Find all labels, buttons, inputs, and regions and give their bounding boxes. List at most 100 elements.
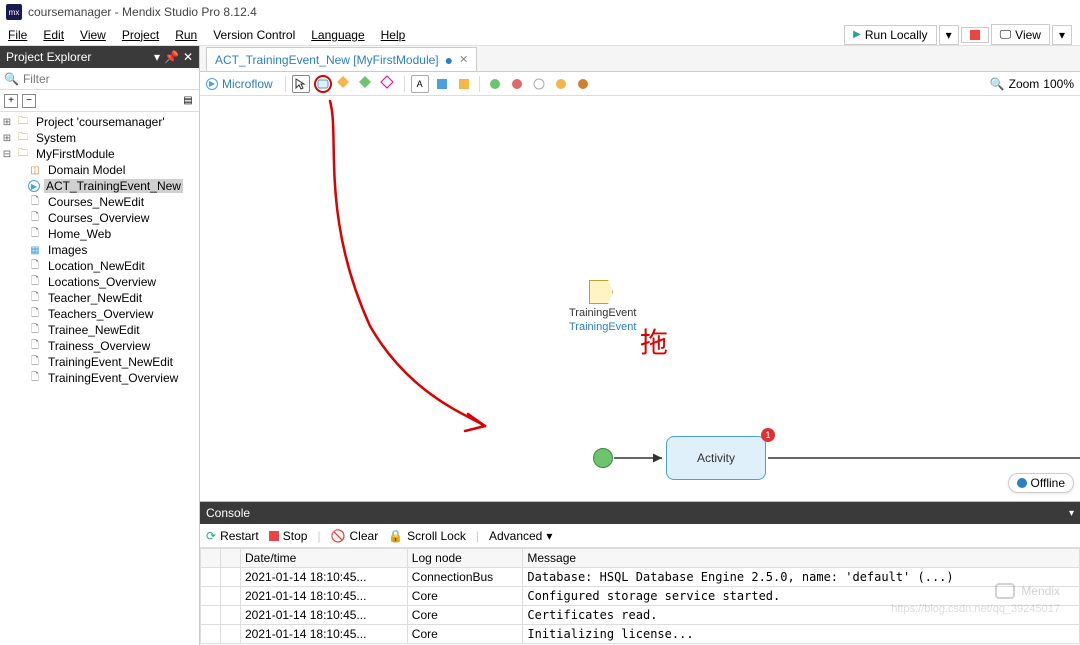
tree-toggle-icon[interactable]: ⊞	[2, 117, 12, 128]
console-col-icon1	[201, 549, 221, 568]
tree-item-trainee-newedit[interactable]: 🗋Trainee_NewEdit	[0, 322, 199, 338]
tool-decision-orange[interactable]	[336, 75, 354, 93]
console-col-lognode[interactable]: Log node	[407, 549, 523, 568]
tree-item-home-web[interactable]: 🗋Home_Web	[0, 226, 199, 242]
tree-toggle-icon[interactable]: ⊞	[2, 133, 12, 144]
console-col-message[interactable]: Message	[523, 549, 1080, 568]
menu-language[interactable]: Language	[303, 26, 372, 44]
console-restart-button[interactable]: ⟳Restart	[206, 529, 259, 543]
stop-icon	[269, 531, 279, 541]
tree-toggle-icon[interactable]: ⊟	[2, 149, 12, 160]
console-col-datetime[interactable]: Date/time	[241, 549, 408, 568]
chevron-down-icon[interactable]: ▾	[154, 50, 160, 64]
microflow-canvas[interactable]: TrainingEvent TrainingEvent Activity 1 拖…	[200, 96, 1080, 501]
menu-view[interactable]: View	[72, 26, 114, 44]
play-icon: ▶	[853, 29, 861, 40]
tree-item-label: Domain Model	[46, 163, 127, 177]
pin-icon[interactable]: 📌	[164, 50, 179, 64]
microflow-label: Microflow	[222, 77, 273, 91]
menu-file[interactable]: File	[0, 26, 35, 44]
console-clear-button[interactable]: 🚫Clear	[331, 529, 379, 543]
console-stop-button[interactable]: Stop	[269, 529, 308, 543]
console-row[interactable]: 2021-01-14 18:10:45...CoreInitializing l…	[201, 625, 1080, 644]
menu-version-control[interactable]: Version Control	[205, 26, 303, 44]
close-tab-icon[interactable]: ✕	[459, 53, 468, 66]
tree-options-button[interactable]: ▤	[181, 94, 195, 108]
run-locally-button[interactable]: ▶Run Locally	[844, 25, 936, 45]
folder-icon: 🗀	[16, 131, 30, 145]
menu-edit[interactable]: Edit	[35, 26, 72, 44]
tool-annotation[interactable]: A	[411, 75, 429, 93]
tool-pointer[interactable]	[292, 75, 310, 93]
menu-bar: File Edit View Project Run Version Contr…	[0, 24, 1080, 46]
tool-merge[interactable]	[380, 75, 398, 93]
tree-item-images[interactable]: ▦Images	[0, 242, 199, 258]
console-row[interactable]: 2021-01-14 18:10:45...CoreCertificates r…	[201, 606, 1080, 625]
tree-item-locations-overview[interactable]: 🗋Locations_Overview	[0, 274, 199, 290]
menu-help[interactable]: Help	[373, 26, 414, 44]
console-table[interactable]: Date/time Log node Message 2021-01-14 18…	[200, 548, 1080, 645]
tool-break-event[interactable]	[574, 75, 592, 93]
filter-input[interactable]	[23, 72, 195, 86]
console-row[interactable]: 2021-01-14 18:10:45...ConnectionBusDatab…	[201, 568, 1080, 587]
tool-activity[interactable]	[314, 75, 332, 93]
tree-item-domain-model[interactable]: ◫Domain Model	[0, 162, 199, 178]
tree-item-label: MyFirstModule	[34, 147, 117, 161]
page-icon: 🗋	[28, 227, 42, 241]
tool-decision-green[interactable]	[358, 75, 376, 93]
stop-run-button[interactable]	[961, 27, 989, 43]
console-panel: Console ▾ ⟳Restart Stop | 🚫Clear 🔒Scroll…	[200, 501, 1080, 645]
tree-item-courses-newedit[interactable]: 🗋 Courses_NewEdit	[0, 194, 199, 210]
hand-drawn-annotation	[200, 96, 1080, 501]
menu-run[interactable]: Run	[167, 26, 205, 44]
console-row[interactable]: 2021-01-14 18:10:45...CoreConfigured sto…	[201, 587, 1080, 606]
console-header: Console ▾	[200, 502, 1080, 524]
tool-end-event[interactable]	[508, 75, 526, 93]
tool-continue-event[interactable]	[552, 75, 570, 93]
images-icon: ▦	[28, 243, 42, 257]
menu-project[interactable]: Project	[114, 26, 167, 44]
view-app-dropdown[interactable]: ▾	[1052, 25, 1072, 45]
view-app-button[interactable]: 🖵View	[991, 24, 1050, 45]
zoom-value[interactable]: 100%	[1043, 77, 1074, 91]
tab-act-trainingevent-new[interactable]: ACT_TrainingEvent_New [MyFirstModule] ● …	[206, 47, 477, 71]
tree-item-system[interactable]: ⊞🗀System	[0, 130, 199, 146]
zoom-icon[interactable]: 🔍	[990, 77, 1005, 91]
start-event[interactable]	[593, 448, 613, 468]
tool-param-orange[interactable]	[455, 75, 473, 93]
close-icon[interactable]: ✕	[183, 50, 193, 64]
run-locally-dropdown[interactable]: ▾	[939, 25, 959, 45]
tree-item-label: Courses_Overview	[46, 211, 151, 225]
page-icon: 🗋	[28, 307, 42, 321]
explorer-header-buttons: ▾ 📌 ✕	[154, 50, 193, 64]
restart-icon: ⟳	[206, 529, 216, 543]
offline-pill[interactable]: Offline	[1008, 473, 1074, 493]
tree-item-trainess-overview[interactable]: 🗋Trainess_Overview	[0, 338, 199, 354]
tool-start-event[interactable]	[486, 75, 504, 93]
tool-error-event[interactable]	[530, 75, 548, 93]
tree-item-myfirstmodule[interactable]: ⊟🗀MyFirstModule	[0, 146, 199, 162]
tool-param-blue[interactable]	[433, 75, 451, 93]
console-advanced-dropdown[interactable]: Advanced ▾	[489, 529, 552, 543]
activity-node[interactable]: Activity	[666, 436, 766, 480]
page-icon: 🗋	[28, 275, 42, 289]
tree-item-courses-overview[interactable]: 🗋Courses_Overview	[0, 210, 199, 226]
error-badge[interactable]: 1	[761, 428, 775, 442]
expand-all-button[interactable]: +	[4, 94, 18, 108]
tree-item-trainingevent-newedit[interactable]: 🗋TrainingEvent_NewEdit	[0, 354, 199, 370]
console-toolbar: ⟳Restart Stop | 🚫Clear 🔒Scroll Lock | Ad…	[200, 524, 1080, 548]
tree-item-location-newedit[interactable]: 🗋Location_NewEdit	[0, 258, 199, 274]
page-icon: 🗋	[28, 195, 42, 209]
tree-item-project-coursemanager-[interactable]: ⊞🗀Project 'coursemanager'	[0, 114, 199, 130]
tree-item-trainingevent-overview[interactable]: 🗋TrainingEvent_Overview	[0, 370, 199, 386]
collapse-all-button[interactable]: −	[22, 94, 36, 108]
folder-icon: 🗀	[16, 115, 30, 129]
tree-item-act-trainingevent-new[interactable]: ▶ACT_TrainingEvent_New	[0, 178, 199, 194]
tree-item-teacher-newedit[interactable]: 🗋Teacher_NewEdit	[0, 290, 199, 306]
monitor-icon: 🖵	[1000, 27, 1012, 42]
tree-item-teachers-overview[interactable]: 🗋Teachers_Overview	[0, 306, 199, 322]
console-scroll-lock-button[interactable]: 🔒Scroll Lock	[388, 529, 466, 543]
console-collapse-icon[interactable]: ▾	[1069, 508, 1074, 519]
tree-item-label: Courses_NewEdit	[46, 195, 146, 209]
parameter-shape[interactable]	[589, 280, 613, 304]
